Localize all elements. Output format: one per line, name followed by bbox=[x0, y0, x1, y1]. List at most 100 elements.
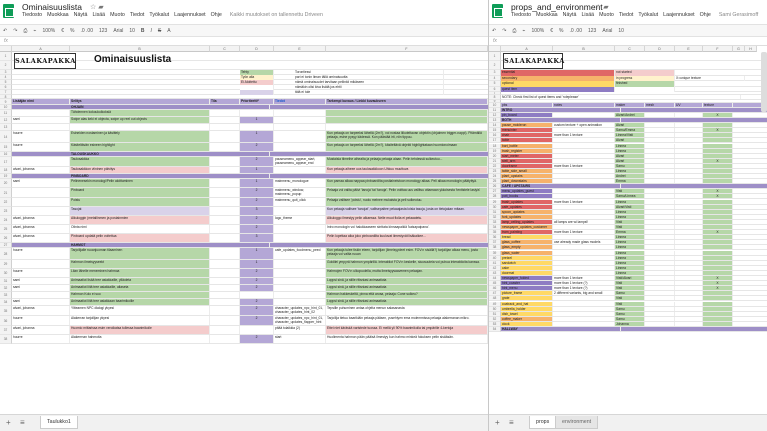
left-formula-bar[interactable]: fx bbox=[0, 37, 488, 46]
row-number[interactable]: 38 bbox=[0, 335, 12, 344]
cell-b[interactable] bbox=[553, 158, 615, 163]
cell-d[interactable] bbox=[645, 265, 675, 270]
cell-f[interactable] bbox=[703, 311, 733, 316]
cell-b[interactable]: Pinboard bbox=[70, 188, 210, 197]
add-sheet-icon[interactable]: + bbox=[6, 418, 11, 427]
cell-c[interactable]: Linnea bbox=[615, 214, 645, 219]
cell-d[interactable] bbox=[645, 255, 675, 260]
cell-f[interactable] bbox=[703, 301, 733, 306]
cell-d[interactable] bbox=[645, 270, 675, 275]
menu-muokkaa[interactable]: Muokkaa bbox=[536, 12, 558, 18]
cell-b[interactable] bbox=[553, 214, 615, 219]
row-number[interactable]: 13 bbox=[0, 124, 12, 131]
add-sheet-icon[interactable]: + bbox=[495, 418, 500, 427]
cell-b[interactable]: Poistu bbox=[70, 198, 210, 206]
toolbar-decimals[interactable]: .0 .00 bbox=[569, 28, 582, 34]
cell-c[interactable] bbox=[210, 143, 240, 151]
cell-f[interactable]: Intro monologin voi halukkaaseen sinttat… bbox=[326, 225, 488, 233]
toolbar-font-size[interactable]: 10 bbox=[618, 28, 624, 34]
header-e[interactable]: Tiedot bbox=[274, 99, 326, 104]
cell-a[interactable]: glass_empty bbox=[501, 245, 553, 250]
cell-e[interactable] bbox=[675, 113, 703, 118]
cell-d[interactable] bbox=[645, 240, 675, 245]
cell-c[interactable] bbox=[210, 299, 240, 305]
cell-d[interactable]: 2 bbox=[240, 335, 274, 343]
header-c[interactable]: Tila bbox=[210, 99, 240, 104]
menu-lisää[interactable]: Lisää bbox=[92, 12, 105, 18]
cell-a[interactable]: bread bbox=[501, 235, 553, 240]
cell-f[interactable] bbox=[703, 235, 733, 240]
toolbar-zoom[interactable]: 100% bbox=[531, 28, 544, 34]
cell-d[interactable]: 3 bbox=[240, 207, 274, 215]
cell-c[interactable] bbox=[210, 157, 240, 166]
cell-d[interactable]: 3 bbox=[240, 234, 274, 242]
cell-a[interactable]: pin_board bbox=[501, 113, 553, 118]
cell-a[interactable]: menu_updates_guest bbox=[501, 189, 553, 194]
cell-d[interactable]: 2 bbox=[240, 157, 274, 166]
right-doc-title[interactable]: props_and_environment bbox=[511, 2, 603, 12]
cell-c[interactable] bbox=[210, 188, 240, 197]
cell-d[interactable]: 2 bbox=[240, 225, 274, 233]
cell-a[interactable]: cafe_updates bbox=[501, 204, 553, 209]
cell-d[interactable]: 2 bbox=[240, 269, 274, 277]
cell-d[interactable]: 2 bbox=[240, 316, 274, 325]
cell-c[interactable]: Linnea bbox=[615, 250, 645, 255]
cell-f[interactable] bbox=[703, 133, 733, 138]
cell-b[interactable] bbox=[553, 250, 615, 255]
cell-e[interactable] bbox=[675, 138, 703, 143]
cell-e[interactable]: character_updates_npc_hint_01, character… bbox=[274, 306, 326, 315]
cell-c[interactable]: Linnea bbox=[615, 199, 645, 204]
cell-e[interactable] bbox=[675, 189, 703, 194]
cell-b[interactable] bbox=[553, 235, 615, 240]
cell-d[interactable] bbox=[645, 163, 675, 168]
cell-d[interactable] bbox=[645, 153, 675, 158]
cell-c[interactable] bbox=[210, 216, 240, 224]
undo-icon[interactable]: ↶ bbox=[492, 28, 496, 34]
cell-e[interactable] bbox=[274, 207, 326, 215]
menu-lisää[interactable]: Lisää bbox=[581, 12, 594, 18]
cell-e[interactable] bbox=[675, 153, 703, 158]
cell-c[interactable]: Emma bbox=[615, 179, 645, 184]
menu-laajennukset[interactable]: Laajennukset bbox=[663, 12, 695, 18]
row-number[interactable]: 29 bbox=[0, 260, 12, 269]
menu-tiedot[interactable]: Tiedot bbox=[619, 12, 634, 18]
cell-d[interactable] bbox=[645, 296, 675, 301]
cell-f[interactable]: Loppsi sinä, ja stille ritisniasi animaa… bbox=[326, 278, 488, 284]
cell-f[interactable] bbox=[703, 148, 733, 153]
row-number[interactable]: 32 bbox=[0, 285, 12, 292]
menu-tiedosto[interactable]: Tiedosto bbox=[22, 12, 42, 18]
cell-c[interactable]: Andrei bbox=[615, 174, 645, 179]
cell-c[interactable]: Alvari bbox=[615, 123, 645, 128]
cell-a[interactable] bbox=[12, 157, 70, 166]
cell-b[interactable]: custom texture + open animation bbox=[553, 123, 615, 128]
cell-c[interactable]: Linnea bbox=[615, 240, 645, 245]
toolbar-decimals[interactable]: .0 .00 bbox=[80, 28, 93, 34]
menu-tiedosto[interactable]: Tiedosto bbox=[511, 12, 531, 18]
cell-b[interactable]: Pelinenesekin monologi/Pelin aloittamine… bbox=[70, 179, 210, 187]
cell-e[interactable] bbox=[675, 148, 703, 153]
cell-b[interactable] bbox=[553, 321, 615, 326]
cell-f[interactable]: Kun pelaaja tulee tiskin eteen, tarjoili… bbox=[326, 248, 488, 259]
cell-a[interactable]: alvari, johanna bbox=[12, 306, 70, 315]
header-b[interactable]: notes bbox=[553, 103, 615, 107]
cell-f[interactable]: Hahmon hakkeskeltä, pinna että arvaa, pe… bbox=[326, 292, 488, 298]
cell-f[interactable] bbox=[703, 219, 733, 224]
cell-e[interactable] bbox=[274, 117, 326, 123]
cell-e[interactable]: pitää tolaikkia (2) bbox=[274, 326, 326, 334]
header-a[interactable]: Lisääjän nimi bbox=[12, 99, 70, 104]
cell-c[interactable]: Visti bbox=[615, 296, 645, 301]
header-f[interactable]: Tarkempi kuvaus / Linkki kuvaukseen bbox=[326, 99, 488, 104]
cell-e[interactable] bbox=[675, 276, 703, 281]
cell-b[interactable]: Liian lähelle meneminen hahmoa bbox=[70, 269, 210, 277]
cell-a[interactable] bbox=[12, 292, 70, 298]
cell-e[interactable] bbox=[675, 214, 703, 219]
cell-c[interactable]: Alvari bbox=[615, 153, 645, 158]
cell-b[interactable]: use already made glass models bbox=[553, 240, 615, 245]
cell-c[interactable]: Samu bbox=[615, 306, 645, 311]
cell-d[interactable] bbox=[645, 306, 675, 311]
cell-a[interactable]: alvari, johanna bbox=[12, 167, 70, 173]
cell-e[interactable] bbox=[675, 230, 703, 235]
cell-f[interactable] bbox=[703, 123, 733, 128]
cell-b[interactable]: more than 1 texture bbox=[553, 163, 615, 168]
cell-c[interactable]: Samu/Linnea bbox=[615, 194, 645, 199]
